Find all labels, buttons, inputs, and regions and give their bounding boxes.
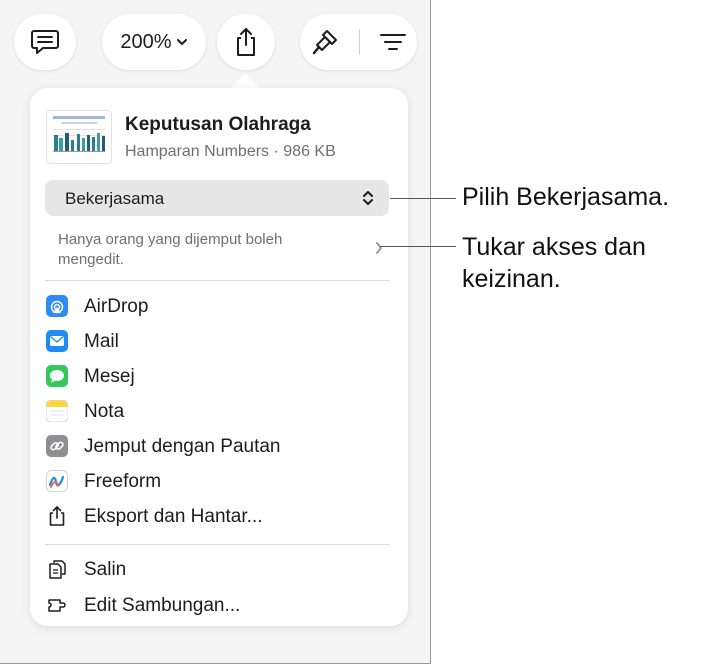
- menu-item-label: Eksport dan Hantar...: [84, 506, 263, 527]
- freeform-icon: [46, 470, 68, 492]
- format-toolbar-group: [300, 14, 417, 70]
- share-button[interactable]: [217, 14, 275, 70]
- callout-line-access: [380, 246, 456, 247]
- menu-item-export-send[interactable]: Eksport dan Hantar...: [44, 502, 390, 532]
- menu-item-label: Mail: [84, 331, 119, 352]
- zoom-label: 200%: [120, 30, 172, 53]
- airdrop-icon: [46, 295, 68, 317]
- toolbar-divider: [358, 29, 360, 55]
- menu-item-label: AirDrop: [84, 296, 149, 317]
- menu-item-notes[interactable]: Nota: [44, 397, 390, 427]
- popover-divider: [45, 280, 390, 281]
- share-popover: Keputusan Olahraga Hamparan Numbers · 98…: [30, 88, 408, 626]
- callout-line-collab: [390, 198, 456, 199]
- comment-icon: [31, 30, 59, 54]
- menu-item-messages[interactable]: Mesej: [44, 362, 390, 392]
- collaboration-selector[interactable]: Bekerjasama: [45, 180, 389, 216]
- popover-divider: [45, 544, 390, 545]
- menu-item-airdrop[interactable]: AirDrop: [44, 292, 390, 322]
- menu-item-invite-link[interactable]: Jemput dengan Pautan: [44, 432, 390, 462]
- link-icon: [46, 435, 68, 457]
- document-thumbnail: [46, 110, 112, 164]
- callout-choose-collab: Pilih Bekerjasama.: [462, 183, 670, 211]
- collaboration-selected: Bekerjasama: [65, 189, 165, 208]
- callout-change-access: Tukar akses dan keizinan.: [462, 233, 646, 293]
- chevron-updown-icon: [363, 191, 373, 205]
- menu-item-mail[interactable]: Mail: [44, 327, 390, 357]
- menu-item-label: Salin: [84, 559, 127, 580]
- mail-icon: [46, 330, 68, 352]
- menu-item-label: Jemput dengan Pautan: [84, 436, 281, 457]
- comment-button[interactable]: [14, 14, 76, 70]
- chevron-right-icon: [376, 242, 382, 254]
- menu-item-edit-extensions[interactable]: Edit Sambungan...: [44, 591, 390, 621]
- app-screen: 200% Keputusan Olahraga Hamparan Numbers…: [0, 0, 431, 664]
- extensions-icon: [48, 599, 66, 612]
- access-permissions-row[interactable]: Hanya orang yang dijemput boleh mengedit…: [45, 228, 389, 272]
- document-subtitle: Hamparan Numbers · 986 KB: [125, 143, 336, 160]
- zoom-menu-button[interactable]: 200%: [102, 14, 206, 70]
- menu-item-copy[interactable]: Salin: [44, 555, 390, 585]
- format-brush-icon[interactable]: [310, 27, 340, 57]
- copy-icon: [49, 560, 66, 579]
- document-title: Keputusan Olahraga: [125, 114, 311, 135]
- notes-icon: [46, 400, 68, 422]
- share-icon: [237, 28, 255, 56]
- menu-item-freeform[interactable]: Freeform: [44, 467, 390, 497]
- messages-icon: [46, 365, 68, 387]
- menu-item-label: Nota: [84, 401, 125, 422]
- chevron-down-icon: [176, 39, 187, 45]
- menu-item-label: Mesej: [84, 366, 135, 387]
- organize-icon[interactable]: [379, 31, 407, 53]
- access-description: Hanya orang yang dijemput boleh mengedit…: [58, 231, 283, 268]
- menu-item-label: Edit Sambungan...: [84, 595, 241, 616]
- menu-item-label: Freeform: [84, 471, 162, 492]
- export-icon: [49, 506, 65, 526]
